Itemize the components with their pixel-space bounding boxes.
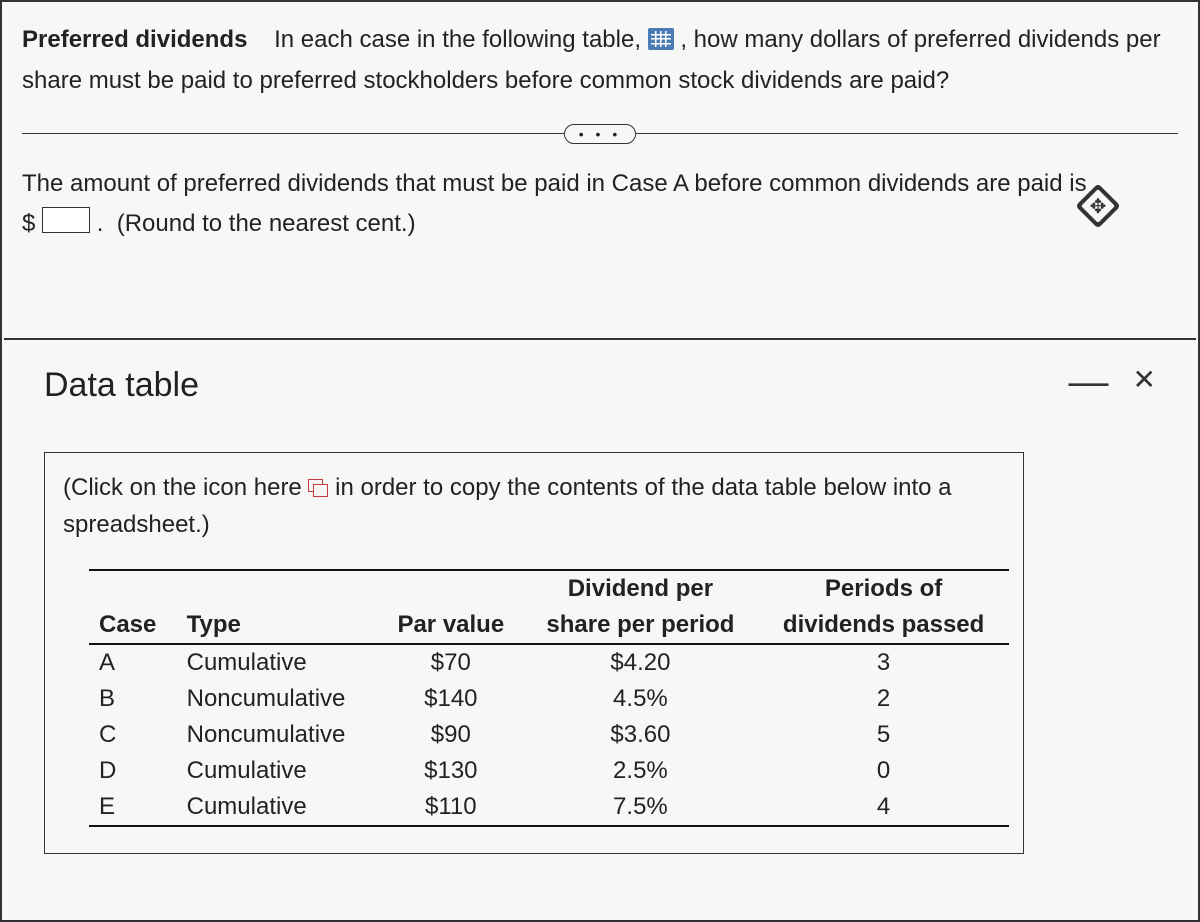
cell-periods: 2 xyxy=(758,681,1009,717)
cell-div: 7.5% xyxy=(523,789,759,826)
divider-line-right xyxy=(635,133,1178,135)
col-periods-l1: Periods of xyxy=(758,570,1009,607)
cell-type: Cumulative xyxy=(177,753,379,789)
col-type: Type xyxy=(177,570,379,644)
cell-par: $70 xyxy=(379,644,523,681)
question-block: The amount of preferred dividends that m… xyxy=(22,164,1178,246)
panel-header: Data table — ✕ xyxy=(44,366,1156,406)
cell-case: D xyxy=(89,753,177,789)
question-text: The amount of preferred dividends that m… xyxy=(22,170,1087,197)
cell-periods: 0 xyxy=(758,753,1009,789)
cell-par: $130 xyxy=(379,753,523,789)
dots-pill[interactable]: • • • xyxy=(564,124,636,144)
copy-table-icon[interactable] xyxy=(308,479,328,497)
cell-type: Noncumulative xyxy=(177,717,379,753)
table-row: CNoncumulative$90$3.605 xyxy=(89,717,1009,753)
answer-input[interactable] xyxy=(42,207,90,233)
cell-periods: 4 xyxy=(758,789,1009,826)
cell-periods: 5 xyxy=(758,717,1009,753)
page-container: Preferred dividends In each case in the … xyxy=(0,0,1200,922)
table-row: ACumulative$70$4.203 xyxy=(89,644,1009,681)
col-par: Par value xyxy=(379,570,523,644)
cell-div: 4.5% xyxy=(523,681,759,717)
cell-par: $90 xyxy=(379,717,523,753)
section-divider: • • • xyxy=(22,124,1178,144)
col-div-l2: share per period xyxy=(523,607,759,644)
instruction-text: (Click on the icon here in order to copy… xyxy=(63,469,1005,543)
problem-title: Preferred dividends xyxy=(22,26,247,53)
cell-div: $4.20 xyxy=(523,644,759,681)
table-icon[interactable] xyxy=(648,28,674,50)
cell-par: $140 xyxy=(379,681,523,717)
currency-symbol: $ xyxy=(22,210,35,237)
cell-case: B xyxy=(89,681,177,717)
cell-div: $3.60 xyxy=(523,717,759,753)
cell-type: Cumulative xyxy=(177,789,379,826)
window-controls: — ✕ xyxy=(1069,366,1156,406)
cell-case: A xyxy=(89,644,177,681)
instruction-box: (Click on the icon here in order to copy… xyxy=(44,452,1024,854)
table-body: ACumulative$70$4.203BNoncumulative$1404.… xyxy=(89,644,1009,826)
divider-line-left xyxy=(22,133,565,135)
move-handle-icon[interactable] xyxy=(1075,183,1120,228)
table-row: ECumulative$1107.5%4 xyxy=(89,789,1009,826)
cell-div: 2.5% xyxy=(523,753,759,789)
cell-periods: 3 xyxy=(758,644,1009,681)
instr-before: (Click on the icon here xyxy=(63,474,308,501)
cell-case: C xyxy=(89,717,177,753)
cell-case: E xyxy=(89,789,177,826)
rounding-note: (Round to the nearest cent.) xyxy=(117,210,416,237)
cell-par: $110 xyxy=(379,789,523,826)
col-div-l1: Dividend per xyxy=(523,570,759,607)
panel-title: Data table xyxy=(44,366,199,405)
close-icon[interactable]: ✕ xyxy=(1133,366,1156,406)
col-case: Case xyxy=(89,570,177,644)
table-row: DCumulative$1302.5%0 xyxy=(89,753,1009,789)
data-table: Case Type Par value Dividend per Periods… xyxy=(89,569,1009,827)
intro-text-before: In each case in the following table, xyxy=(274,26,648,53)
data-table-panel: Data table — ✕ (Click on the icon here i… xyxy=(4,338,1196,918)
minimize-icon[interactable]: — xyxy=(1069,362,1109,402)
col-periods-l2: dividends passed xyxy=(758,607,1009,644)
problem-intro: Preferred dividends In each case in the … xyxy=(22,20,1178,102)
cell-type: Cumulative xyxy=(177,644,379,681)
cell-type: Noncumulative xyxy=(177,681,379,717)
table-row: BNoncumulative$1404.5%2 xyxy=(89,681,1009,717)
